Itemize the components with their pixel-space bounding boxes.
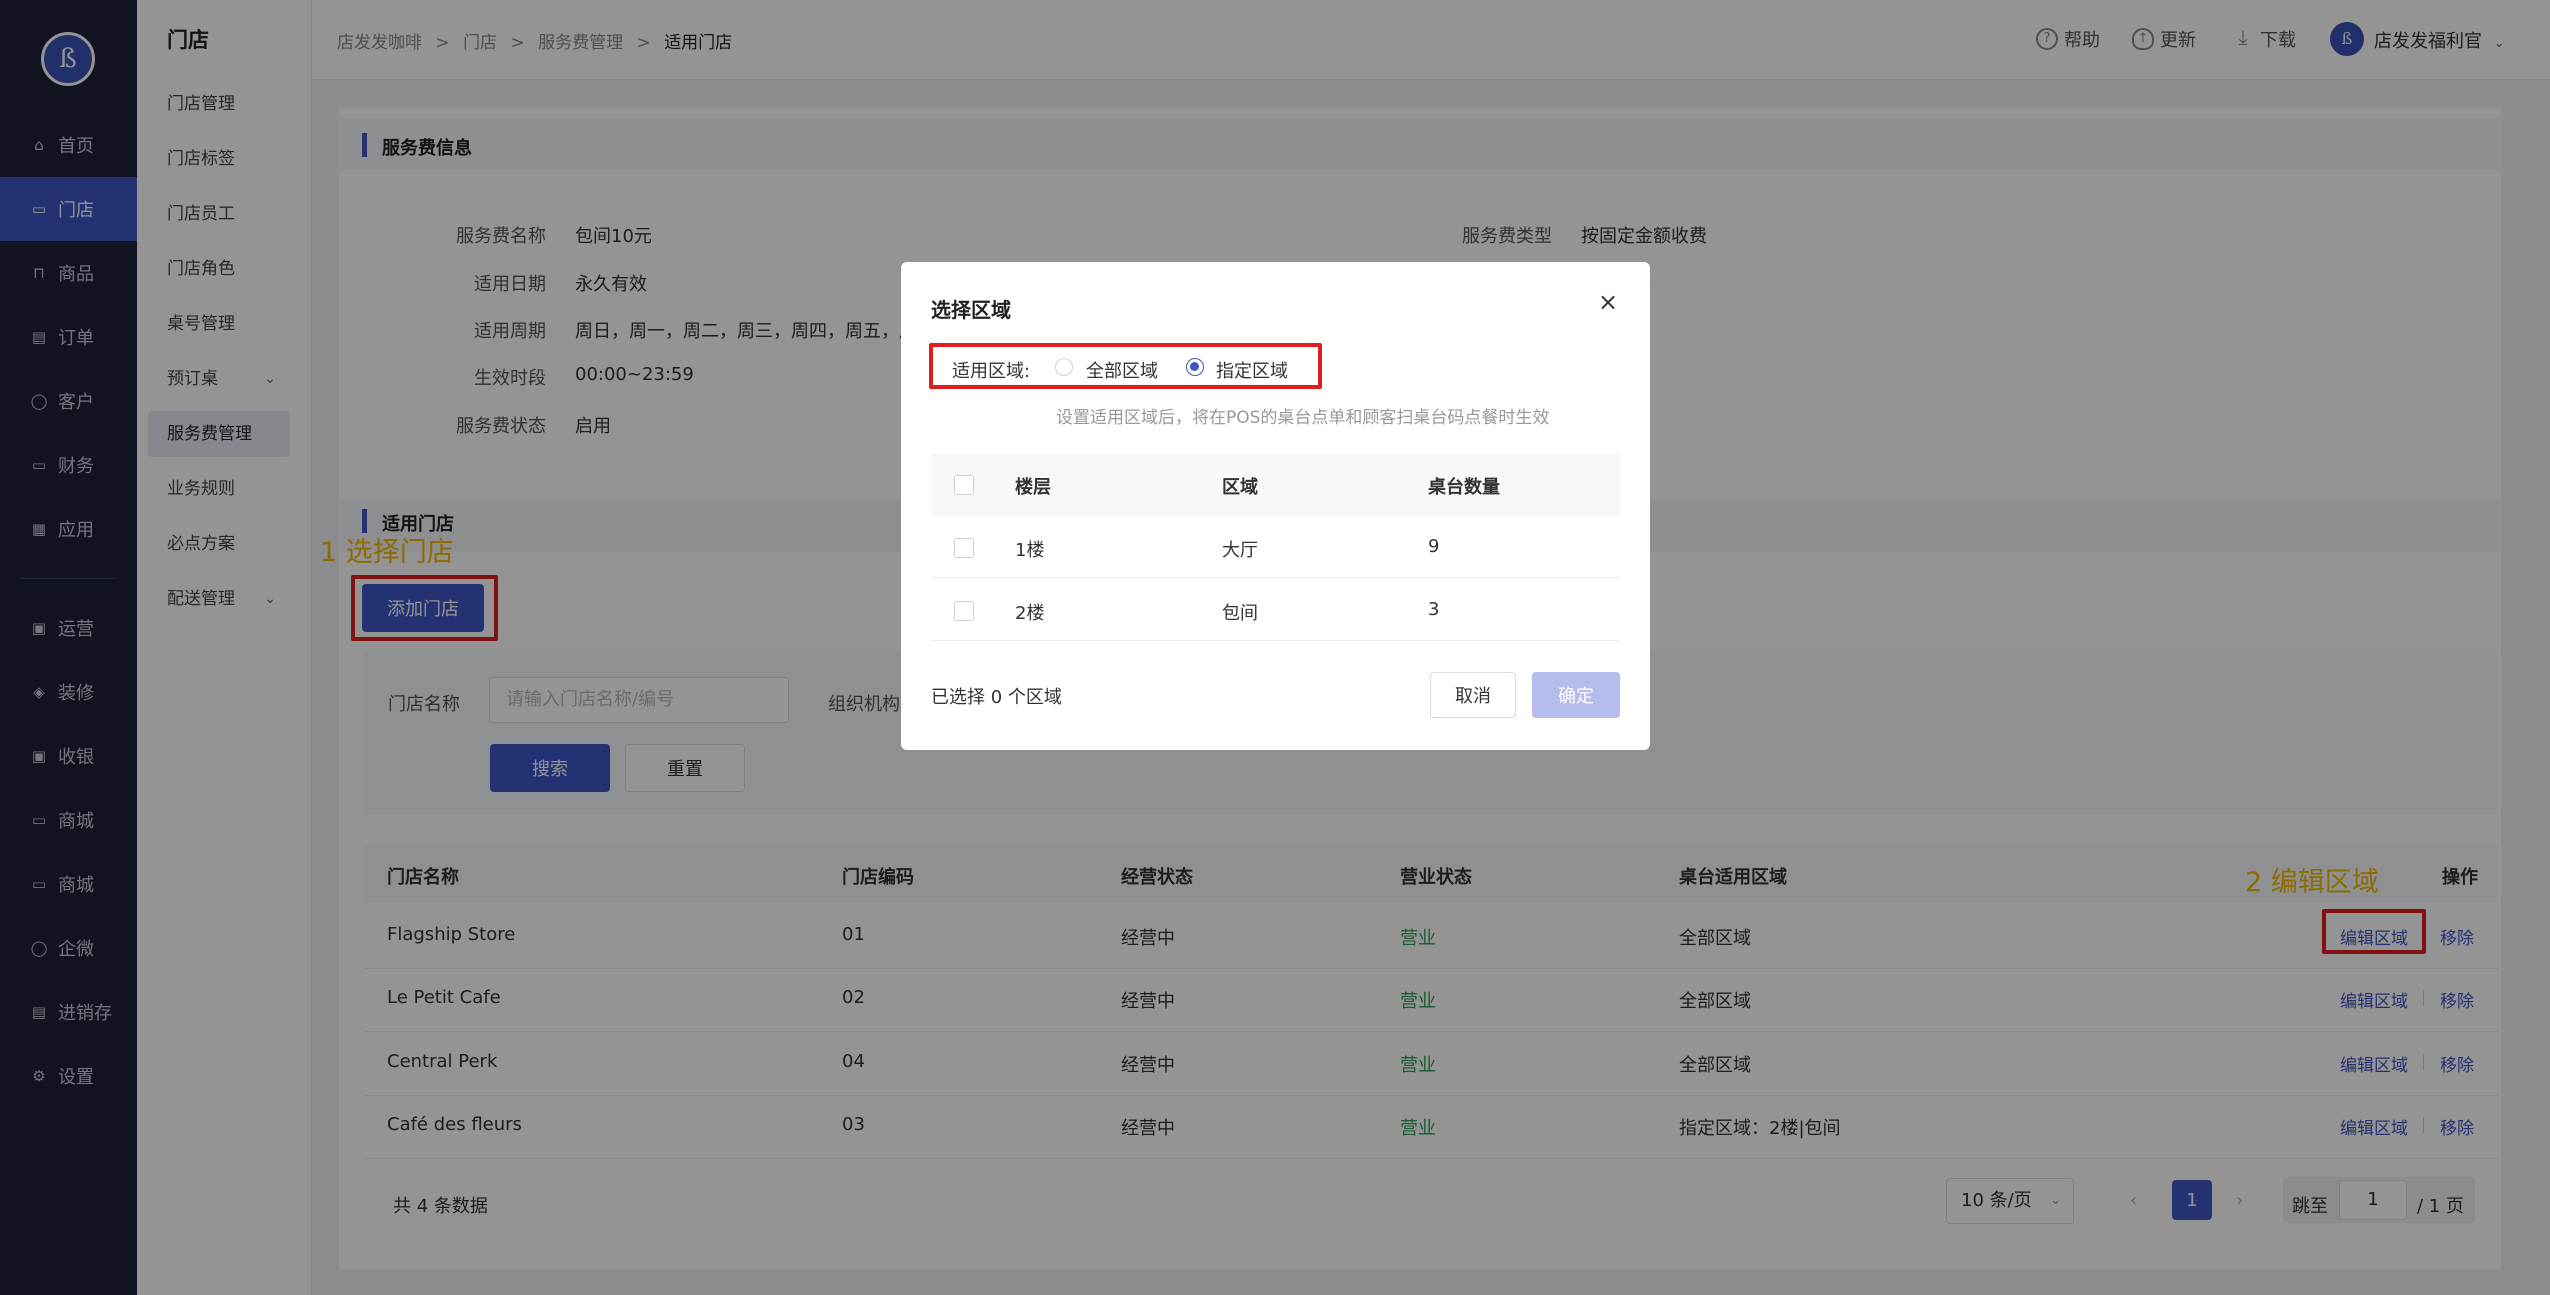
row-divider (931, 577, 1620, 578)
row-checkbox[interactable] (954, 601, 974, 621)
radio-all-areas[interactable] (1055, 358, 1073, 376)
area-cell: 大厅 (1222, 540, 1258, 561)
select-area-modal: 选择区域 × 适用区域: 全部区域 指定区域 设置适用区域后，将在POS的桌台点… (901, 262, 1650, 750)
radio-specified-label[interactable]: 指定区域 (1216, 357, 1288, 383)
cancel-button[interactable]: 取消 (1430, 672, 1516, 718)
floor-cell: 2楼 (1015, 603, 1045, 624)
close-icon[interactable]: × (1598, 288, 1618, 316)
confirm-button[interactable]: 确定 (1532, 672, 1620, 718)
row-divider (931, 640, 1620, 641)
area-hint: 设置适用区域后，将在POS的桌台点单和顾客扫桌台码点餐时生效 (1056, 408, 1550, 428)
column-header: 桌台数量 (1428, 477, 1500, 498)
count-cell: 9 (1428, 536, 1440, 557)
area-cell: 包间 (1222, 603, 1258, 624)
modal-title: 选择区域 (931, 298, 1011, 322)
column-header: 楼层 (1015, 477, 1051, 498)
select-all-checkbox[interactable] (954, 475, 974, 495)
radio-all-label[interactable]: 全部区域 (1086, 357, 1158, 383)
radio-specified-areas[interactable] (1186, 358, 1204, 376)
count-cell: 3 (1428, 599, 1440, 620)
column-header: 区域 (1222, 477, 1258, 498)
area-label: 适用区域: (952, 361, 1031, 382)
row-checkbox[interactable] (954, 538, 974, 558)
floor-cell: 1楼 (1015, 540, 1045, 561)
selected-count: 已选择 0 个区域 (931, 687, 1062, 708)
